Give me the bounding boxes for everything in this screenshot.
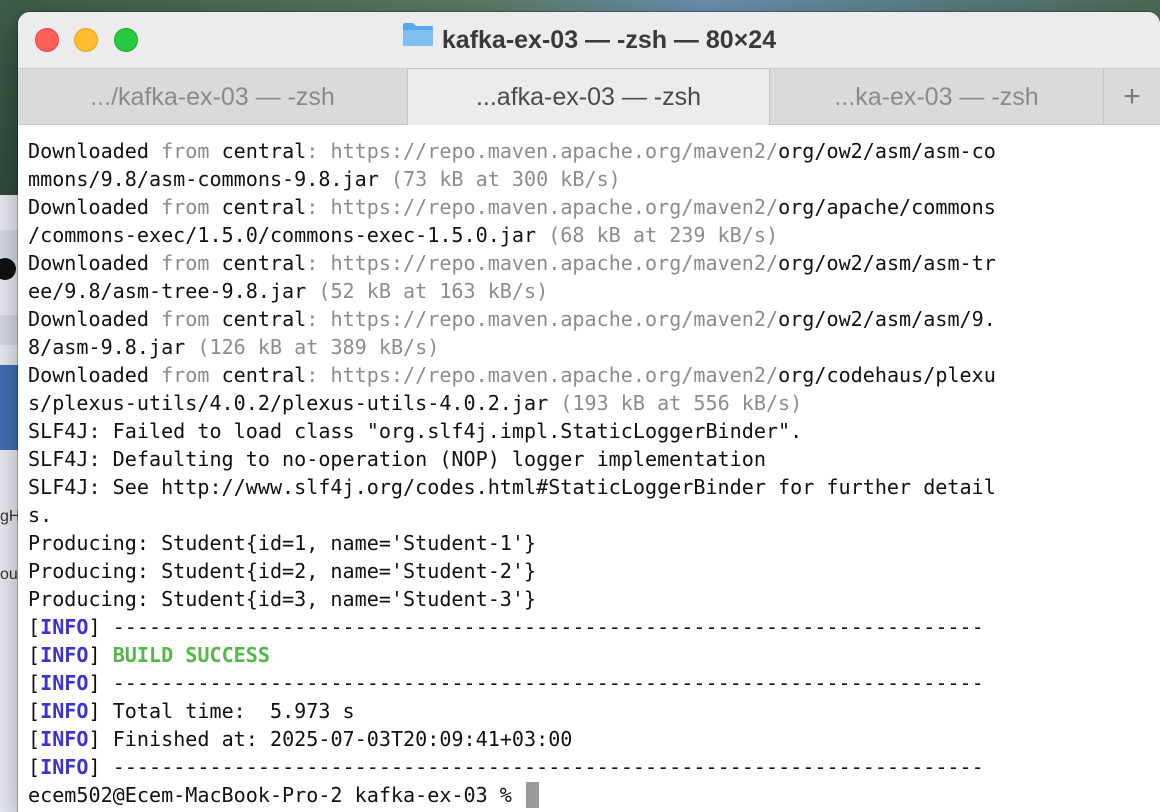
terminal-line: /commons-exec/1.5.0/commons-exec-1.5.0.j…	[28, 223, 779, 247]
info-tag: INFO	[40, 727, 89, 751]
terminal-line: Downloaded from central: https://repo.ma…	[28, 251, 996, 275]
background-text: ou	[0, 566, 18, 583]
info-tag: INFO	[40, 755, 89, 779]
terminal-line: 8/asm-9.8.jar (126 kB at 389 kB/s)	[28, 335, 440, 359]
github-icon	[0, 258, 16, 280]
terminal-output[interactable]: Downloaded from central: https://repo.ma…	[18, 125, 1160, 812]
tab-bar: .../kafka-ex-03 — -zsh ...afka-ex-03 — -…	[18, 68, 1160, 125]
window-title: kafka-ex-03 — -zsh — 80×24	[18, 21, 1160, 58]
terminal-line: Producing: Student{id=1, name='Student-1…	[28, 531, 537, 555]
new-tab-button[interactable]: +	[1104, 69, 1160, 125]
terminal-line: s.	[28, 503, 53, 527]
build-status: BUILD SUCCESS	[112, 643, 270, 667]
terminal-line: s/plexus-utils/4.0.2/plexus-utils-4.0.2.…	[28, 391, 803, 415]
terminal-line: Producing: Student{id=3, name='Student-3…	[28, 587, 537, 611]
prompt-text: ecem502@Ecem-MacBook-Pro-2 kafka-ex-03 %	[28, 783, 524, 807]
terminal-line: [INFO] Total time: 5.973 s	[28, 699, 355, 723]
folder-icon	[402, 21, 434, 55]
info-tag: INFO	[40, 699, 89, 723]
terminal-line: SLF4J: Defaulting to no-operation (NOP) …	[28, 447, 766, 471]
title-bar[interactable]: kafka-ex-03 — -zsh — 80×24	[18, 12, 1160, 68]
info-tag: INFO	[40, 643, 89, 667]
terminal-window: kafka-ex-03 — -zsh — 80×24 .../kafka-ex-…	[18, 12, 1160, 812]
terminal-line: Downloaded from central: https://repo.ma…	[28, 195, 996, 219]
window-title-text: kafka-ex-03 — -zsh — 80×24	[441, 26, 777, 54]
terminal-line: mmons/9.8/asm-commons-9.8.jar (73 kB at …	[28, 167, 621, 191]
terminal-line: SLF4J: See http://www.slf4j.org/codes.ht…	[28, 475, 996, 499]
terminal-line: [INFO] Finished at: 2025-07-03T20:09:41+…	[28, 727, 573, 751]
tab-2[interactable]: ...afka-ex-03 — -zsh	[408, 69, 770, 125]
info-tag: INFO	[40, 671, 89, 695]
tab-1[interactable]: .../kafka-ex-03 — -zsh	[18, 69, 408, 125]
terminal-line: [INFO] BUILD SUCCESS	[28, 643, 270, 667]
terminal-line: Producing: Student{id=2, name='Student-2…	[28, 559, 537, 583]
terminal-line: [INFO] ---------------------------------…	[28, 755, 984, 779]
terminal-line: Downloaded from central: https://repo.ma…	[28, 307, 996, 331]
terminal-line: ee/9.8/asm-tree-9.8.jar (52 kB at 163 kB…	[28, 279, 549, 303]
terminal-cursor	[526, 782, 539, 808]
tab-3[interactable]: ...ka-ex-03 — -zsh	[770, 69, 1104, 125]
shell-prompt[interactable]: ecem502@Ecem-MacBook-Pro-2 kafka-ex-03 %	[28, 781, 1160, 809]
terminal-line: SLF4J: Failed to load class "org.slf4j.i…	[28, 419, 803, 443]
terminal-line: [INFO] ---------------------------------…	[28, 615, 984, 639]
terminal-line: Downloaded from central: https://repo.ma…	[28, 139, 996, 163]
info-tag: INFO	[40, 615, 89, 639]
terminal-line: [INFO] ---------------------------------…	[28, 671, 984, 695]
terminal-line: Downloaded from central: https://repo.ma…	[28, 363, 996, 387]
